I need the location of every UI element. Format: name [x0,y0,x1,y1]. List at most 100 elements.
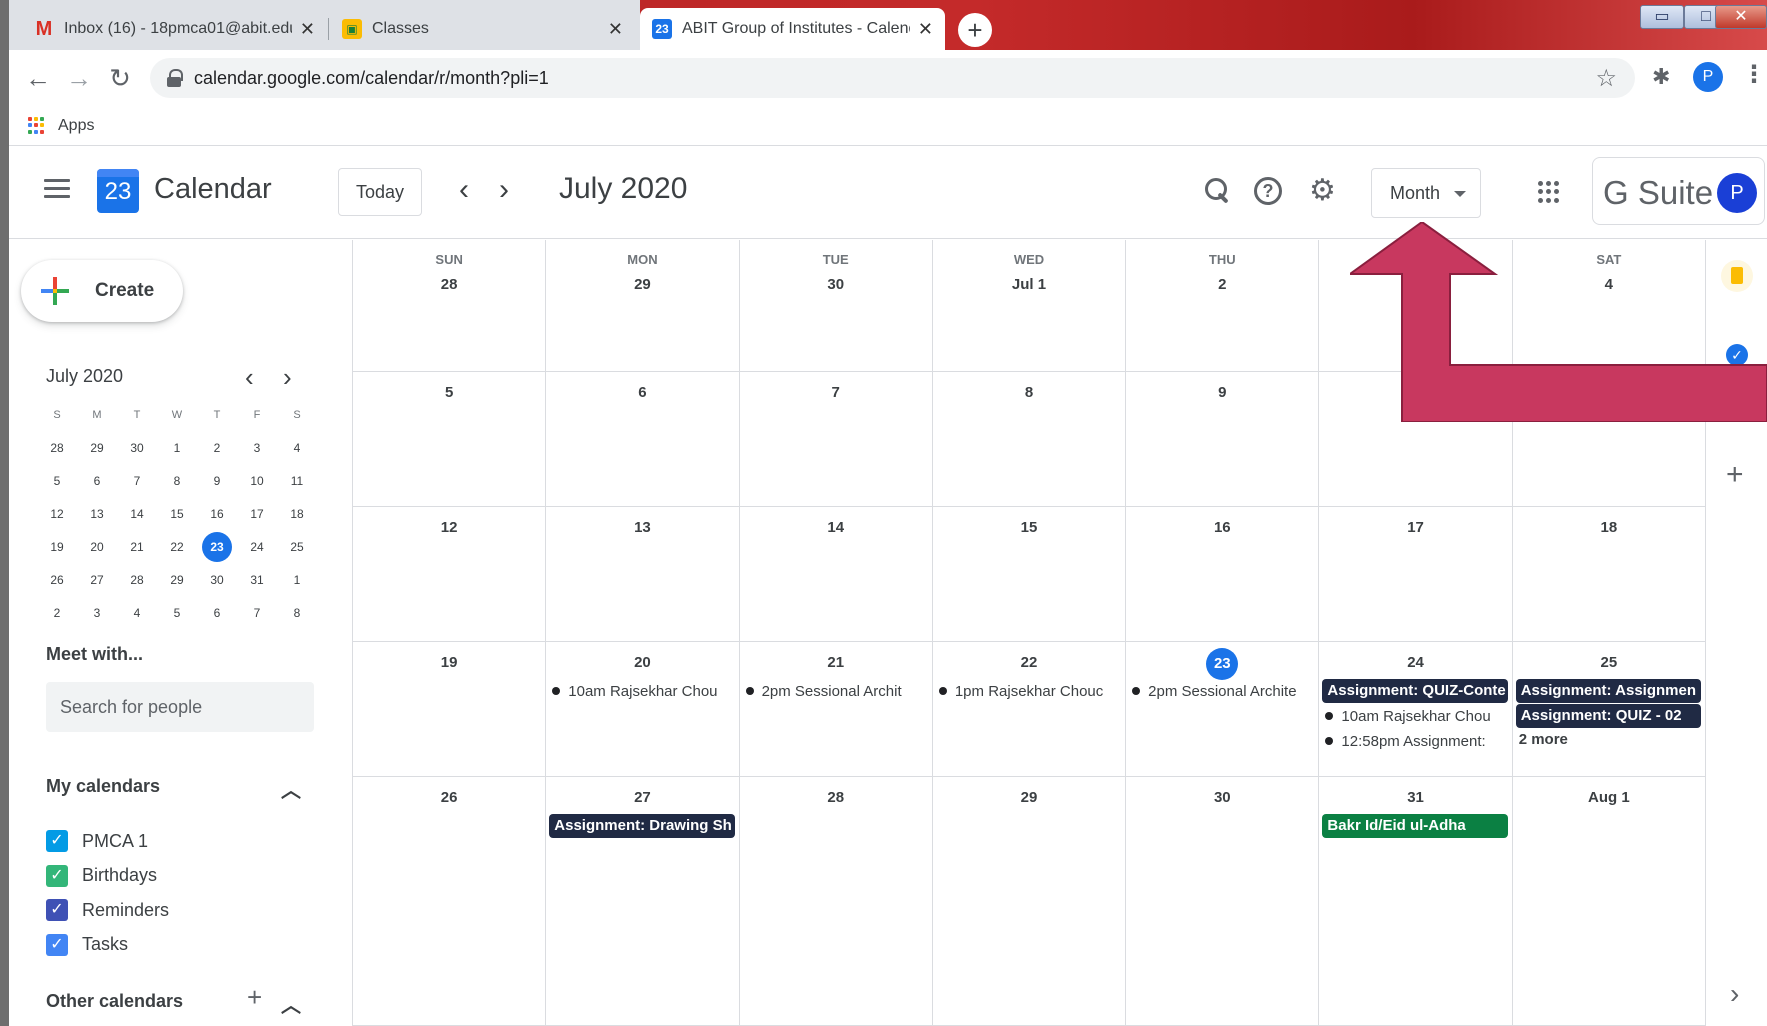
mini-day[interactable]: 5 [157,606,197,620]
browser-profile-avatar[interactable]: P [1693,62,1723,92]
new-tab-button[interactable]: + [958,13,992,47]
chevron-up-icon[interactable]: ︿ [281,774,301,803]
day-cell[interactable]: 8 [932,372,1127,507]
mini-day[interactable]: 21 [117,540,157,554]
my-calendars-title[interactable]: My calendars [46,776,160,797]
day-number[interactable]: 29 [933,789,1125,806]
day-number[interactable]: 3 [1319,276,1511,293]
close-icon[interactable]: ✕ [608,19,623,40]
day-cell[interactable]: 26 [353,777,547,1026]
mini-prev-icon[interactable]: ‹ [245,362,254,393]
mini-day[interactable]: 7 [117,474,157,488]
get-addons-plus-icon[interactable]: + [1726,458,1744,492]
day-cell[interactable]: 17 [1319,507,1513,642]
apps-grid-icon[interactable] [28,116,46,135]
mini-day[interactable]: 4 [277,441,317,455]
event-chip[interactable]: Bakr Id/Eid ul-Adha [1322,814,1508,838]
day-cell[interactable]: Aug 1 [1512,777,1706,1026]
day-number[interactable]: 8 [933,384,1125,401]
calendar-item[interactable]: ✓ Birthdays [46,863,157,889]
help-icon[interactable]: ? [1254,177,1282,205]
mini-day[interactable]: 3 [237,441,277,455]
account-avatar[interactable]: P [1717,173,1757,213]
mini-day[interactable]: 31 [237,573,277,587]
forward-icon[interactable]: → [65,64,93,92]
tab-calendar[interactable]: 23 ABIT Group of Institutes - Calendar ✕ [640,8,945,50]
day-number[interactable]: 31 [1319,789,1511,806]
mini-day[interactable]: 25 [277,540,317,554]
day-number[interactable]: 19 [353,654,545,671]
mini-day[interactable]: 2 [37,606,77,620]
calendar-item[interactable]: ✓ Reminders [46,897,169,923]
apps-bookmark[interactable]: Apps [58,117,94,135]
day-cell[interactable]: THU 2 [1126,240,1320,372]
day-number[interactable]: 24 [1319,654,1511,671]
day-number[interactable]: 14 [740,519,932,536]
address-bar[interactable]: calendar.google.com/calendar/r/month?pli… [150,58,1635,98]
mini-day[interactable]: 27 [77,573,117,587]
day-cell[interactable]: 19 [353,642,547,777]
event-item[interactable]: 10am Rajsekhar Chou [552,680,735,702]
mini-day[interactable]: 12 [37,507,77,521]
mini-day[interactable]: 6 [197,606,237,620]
day-number[interactable]: 10 [1319,384,1511,401]
browser-menu-icon[interactable]: ⋮ [1742,60,1766,89]
event-item[interactable]: 12:58pm Assignment: [1325,730,1508,752]
day-cell[interactable]: 22 1pm Rajsekhar Chouc [932,642,1127,777]
tasks-icon[interactable]: ✓ [1726,344,1748,366]
day-number[interactable]: 22 [933,654,1125,671]
event-item[interactable]: 2pm Sessional Archit [745,680,929,702]
day-cell[interactable]: 12 [353,507,547,642]
today-button[interactable]: Today [338,168,422,216]
other-calendars-title[interactable]: Other calendars [46,991,183,1012]
day-cell[interactable]: 24 Assignment: QUIZ-Conte 10am Rajsekhar C… [1319,642,1513,777]
day-number[interactable]: 2 [1126,276,1318,293]
minimize-button[interactable]: ▭ [1640,5,1684,29]
day-cell[interactable]: 31 Bakr Id/Eid ul-Adha [1319,777,1513,1026]
day-cell[interactable]: 29 [932,777,1127,1026]
mini-next-icon[interactable]: › [283,362,292,393]
google-apps-icon[interactable] [1538,181,1560,203]
mini-day[interactable]: 22 [157,540,197,554]
day-cell[interactable]: TUE 30 [739,240,933,372]
event-item[interactable]: 10am Rajsekhar Chou [1325,705,1508,727]
event-chip[interactable]: Assignment: QUIZ - 02 [1515,704,1701,728]
day-number[interactable]: Jul 1 [933,276,1125,293]
day-number[interactable]: 15 [933,519,1125,536]
event-chip[interactable]: Assignment: QUIZ-Conte [1322,679,1508,703]
mini-day[interactable]: 11 [277,474,317,488]
day-number[interactable]: 16 [1126,519,1318,536]
mini-day[interactable]: 20 [77,540,117,554]
day-cell[interactable]: 14 [739,507,933,642]
day-number[interactable]: 20 [546,654,738,671]
reload-icon[interactable]: ↻ [106,64,134,92]
mini-day[interactable]: 30 [117,441,157,455]
day-number[interactable]: 17 [1319,519,1511,536]
day-number[interactable]: 13 [546,519,738,536]
day-number[interactable]: 7 [740,384,932,401]
day-number[interactable]: 9 [1126,384,1318,401]
mini-day[interactable]: 16 [197,507,237,521]
day-cell[interactable]: 20 10am Rajsekhar Chou [546,642,740,777]
day-number[interactable]: 11 [1513,384,1705,401]
day-number[interactable]: 29 [546,276,738,293]
event-item[interactable]: 1pm Rajsekhar Chouc [938,680,1122,702]
mini-day[interactable]: 17 [237,507,277,521]
day-cell[interactable]: SUN 28 [353,240,547,372]
mini-day[interactable]: 1 [157,441,197,455]
day-number[interactable]: 4 [1513,276,1705,293]
day-number[interactable]: 30 [1126,789,1318,806]
tab-classes[interactable]: ▣ Classes ✕ [330,8,635,50]
checkbox-checked-icon[interactable]: ✓ [46,899,68,921]
event-chip[interactable]: Assignment: Drawing Sh [549,814,735,838]
mini-day[interactable]: 14 [117,507,157,521]
day-cell[interactable]: 10 [1319,372,1513,507]
bookmark-star-icon[interactable]: ☆ [1595,64,1617,93]
close-icon[interactable]: ✕ [918,19,933,40]
mini-day[interactable]: 4 [117,606,157,620]
day-cell[interactable]: 25 Assignment: Assignmen Assignment: QUIZ … [1512,642,1706,777]
more-events-link[interactable]: 2 more [1519,731,1568,748]
extensions-icon[interactable]: ✱ [1652,64,1670,90]
day-number[interactable]: Aug 1 [1513,789,1705,806]
search-people-input[interactable]: Search for people [46,682,314,732]
